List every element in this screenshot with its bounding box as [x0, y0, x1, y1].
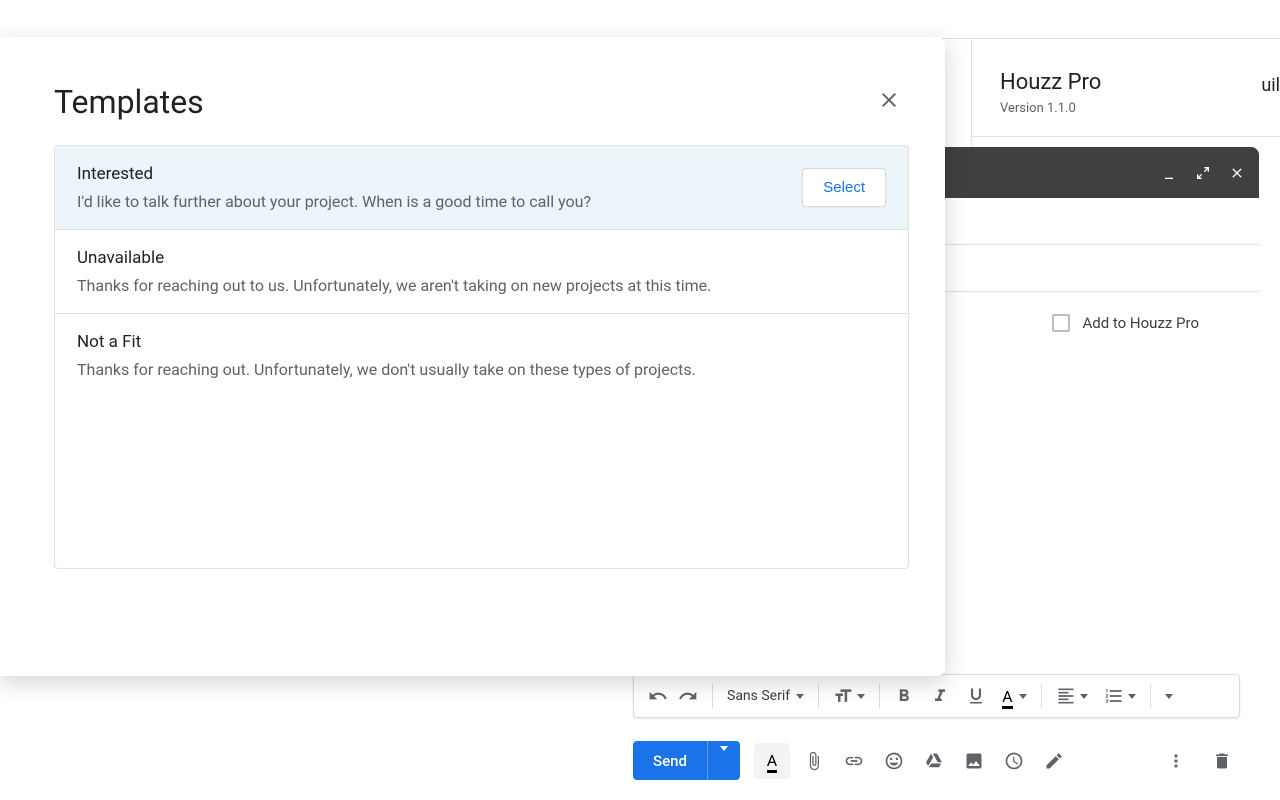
link-icon — [844, 751, 864, 771]
send-button-label: Send — [633, 742, 707, 780]
formatting-toggle-button[interactable]: A — [754, 743, 790, 779]
underline-icon — [966, 686, 986, 706]
font-family-selector[interactable]: Sans Serif — [721, 688, 810, 704]
insert-emoji-button[interactable] — [876, 743, 912, 779]
template-item-not-a-fit[interactable]: Not a Fit Thanks for reaching out. Unfor… — [55, 314, 908, 397]
add-to-houzz-label: Add to Houzz Pro — [1082, 314, 1199, 332]
numbered-list-icon — [1104, 686, 1124, 706]
chevron-down-icon — [720, 746, 728, 770]
template-preview: Thanks for reaching out to us. Unfortuna… — [77, 276, 886, 295]
bold-icon — [894, 686, 914, 706]
underline-button[interactable] — [960, 675, 992, 717]
insert-photo-button[interactable] — [956, 743, 992, 779]
toolbar-divider — [712, 684, 713, 708]
undo-icon[interactable] — [648, 686, 668, 706]
modal-close-button[interactable] — [877, 88, 901, 116]
insert-drive-button[interactable] — [916, 743, 952, 779]
attach-file-button[interactable] — [796, 743, 832, 779]
template-text: Interested I'd like to talk further abou… — [77, 164, 802, 211]
text-color-icon: A — [1002, 687, 1012, 706]
addon-title: Houzz Pro — [1000, 70, 1280, 95]
chevron-down-icon — [1165, 694, 1173, 699]
minimize-icon[interactable] — [1161, 165, 1177, 181]
font-family-label: Sans Serif — [727, 688, 790, 704]
chevron-down-icon — [857, 694, 865, 699]
template-item-interested[interactable]: Interested I'd like to talk further abou… — [55, 146, 908, 230]
close-icon — [877, 88, 901, 112]
template-name: Interested — [77, 164, 802, 184]
discard-draft-button[interactable] — [1204, 743, 1240, 779]
font-size-selector[interactable] — [827, 675, 871, 717]
more-options-button[interactable] — [1158, 743, 1194, 779]
add-to-houzz-checkbox[interactable] — [1052, 314, 1070, 332]
chevron-down-icon — [1128, 694, 1136, 699]
template-text: Not a Fit Thanks for reaching out. Unfor… — [77, 332, 886, 379]
modal-header: Templates — [0, 37, 945, 145]
formatting-toolbar: Sans Serif A — [633, 674, 1240, 718]
chevron-down-icon — [1080, 694, 1088, 699]
emoji-icon — [884, 751, 904, 771]
confidential-mode-button[interactable] — [996, 743, 1032, 779]
compose-right-actions — [1158, 743, 1240, 779]
modal-title: Templates — [54, 83, 204, 121]
more-formatting-button[interactable] — [1159, 675, 1179, 717]
template-preview: Thanks for reaching out. Unfortunately, … — [77, 360, 886, 379]
template-preview: I'd like to talk further about your proj… — [77, 192, 802, 211]
insert-link-button[interactable] — [836, 743, 872, 779]
undo-redo-group — [642, 675, 704, 717]
template-name: Unavailable — [77, 248, 886, 268]
align-button[interactable] — [1050, 675, 1094, 717]
image-icon — [964, 751, 984, 771]
toolbar-divider — [818, 684, 819, 708]
drive-icon — [924, 751, 944, 771]
template-name: Not a Fit — [77, 332, 886, 352]
close-compose-icon[interactable] — [1229, 165, 1245, 181]
toolbar-divider — [1041, 684, 1042, 708]
format-a-icon: A — [767, 751, 777, 770]
more-vertical-icon — [1166, 751, 1186, 771]
align-icon — [1056, 686, 1076, 706]
trash-icon — [1212, 751, 1232, 771]
compose-tool-icons — [796, 743, 1072, 779]
addon-header: Houzz Pro Version 1.1.0 — [972, 40, 1280, 137]
toolbar-divider — [879, 684, 880, 708]
lock-clock-icon — [1004, 751, 1024, 771]
italic-icon — [930, 686, 950, 706]
send-button[interactable]: Send — [633, 741, 740, 780]
text-size-icon — [833, 686, 853, 706]
paperclip-icon — [804, 751, 824, 771]
bold-button[interactable] — [888, 675, 920, 717]
template-list: Interested I'd like to talk further abou… — [54, 145, 909, 569]
template-text: Unavailable Thanks for reaching out to u… — [77, 248, 886, 295]
send-options-dropdown[interactable] — [707, 741, 740, 780]
text-color-button[interactable]: A — [996, 675, 1032, 717]
background-text-fragment: uil — [1261, 75, 1280, 96]
pen-icon — [1044, 751, 1064, 771]
expand-icon[interactable] — [1195, 165, 1211, 181]
select-template-button[interactable]: Select — [802, 168, 886, 207]
templates-modal: Templates Interested I'd like to talk fu… — [0, 37, 945, 676]
template-item-unavailable[interactable]: Unavailable Thanks for reaching out to u… — [55, 230, 908, 314]
italic-button[interactable] — [924, 675, 956, 717]
toolbar-divider — [1150, 684, 1151, 708]
addon-version: Version 1.1.0 — [1000, 101, 1280, 116]
insert-signature-button[interactable] — [1036, 743, 1072, 779]
chevron-down-icon — [796, 694, 804, 699]
list-button[interactable] — [1098, 675, 1142, 717]
redo-icon[interactable] — [678, 686, 698, 706]
compose-action-row: Send A — [633, 741, 1240, 780]
chevron-down-icon — [1019, 694, 1027, 699]
